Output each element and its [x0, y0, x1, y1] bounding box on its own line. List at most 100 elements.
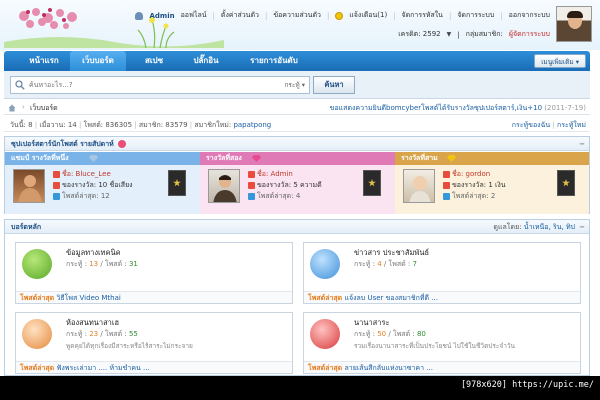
winner-name[interactable]: ชื่อ: Bluce_Lee	[62, 169, 111, 180]
main-boards: บอร์ดหลัก ดูแลโดย: น้ำเหนือ, ริน, ทิป − …	[4, 219, 590, 376]
more-menu-button[interactable]: เมนูเพิ่มเติม ▾	[534, 54, 586, 68]
new-posts-link[interactable]: กระทู้ใหม่	[557, 121, 586, 129]
last-post-link[interactable]: ลายเส้นสีกลับแห่งนาซาคา ...	[344, 364, 432, 372]
rank-second-place: รางวัลที่สอง ชื่อ: Admin ของรางวัล: 5 คว…	[200, 152, 395, 214]
rank-title-text: แชมป์ รางวัลที่หนึ่ง	[11, 154, 69, 162]
forum-stats: กระทู้ : 23 / โพสต์ : 55	[66, 330, 138, 338]
threads-count: 50	[377, 330, 387, 338]
forum-card-tech[interactable]: ข้อมูลทางเทคนิค กระทู้ : 13 / โพสต์ : 31…	[15, 242, 293, 304]
posts-label: โพสต์ :	[388, 260, 411, 268]
avatar-hair	[567, 11, 583, 18]
forum-card-knowledge[interactable]: นานาสาระ กระทู้ : 50 / โพสต์ : 80 รวมเรื…	[303, 312, 581, 374]
nav-home[interactable]: หน้าแรก	[18, 51, 70, 71]
divider: |	[264, 11, 268, 20]
credit-bar: เครดิต: 2592 ▼ | กลุ่มสมาชิก: ผู้จัดการร…	[398, 29, 550, 40]
forum-description: รวมเรื่องนานาสาระที่เป็นประโยชน์ ไปใช้ใน…	[354, 342, 515, 350]
chevron-down-icon[interactable]: ▼	[447, 31, 452, 38]
announcement[interactable]: ขอแสดงความยินดีbomcyberโพสต์ได้รับรางวัล…	[330, 103, 586, 114]
forum-card-chat[interactable]: ห้องสนทนาสาเฮ กระทู้ : 23 / โพสต์ : 55 พ…	[15, 312, 293, 374]
forum-title[interactable]: ข้อมูลทางเทคนิค	[66, 247, 121, 259]
stat-yesterday: เมื่อวาน: 14	[39, 121, 77, 129]
winner-avatar[interactable]	[13, 169, 45, 203]
forum-title[interactable]: ห้องสนทนาสาเฮ	[66, 317, 119, 329]
group-value: ผู้จัดการระบบ	[508, 30, 550, 38]
winner-avatar[interactable]	[403, 169, 435, 203]
divider: |	[78, 121, 82, 129]
forum-card-news[interactable]: ข่าวสาร ประชาสัมพันธ์ กระทู้ : 4 / โพสต์…	[303, 242, 581, 304]
online-status-link[interactable]: ออฟไลน์	[181, 10, 207, 21]
boards-title: บอร์ดหลัก	[11, 223, 42, 231]
stat-members: สมาชิก: 83579	[138, 121, 188, 129]
divider: |	[212, 11, 215, 20]
rank-info: ชื่อ: Bluce_Lee ของรางวัล: 10 ชื่อเสียง …	[53, 169, 133, 202]
threads-count: 4	[377, 260, 382, 268]
last-post-label: โพสต์ล่าสุด	[308, 294, 343, 302]
logout-link[interactable]: ออกจากระบบ	[509, 10, 550, 21]
site-logo[interactable]	[4, 2, 224, 48]
last-post-link[interactable]: วิธีโพส Video Mthai	[56, 294, 120, 302]
nav-plugins[interactable]: ปลั๊กอิน	[180, 51, 232, 71]
nav-rankings[interactable]: รายการอันดับ	[236, 51, 312, 71]
user-icon	[443, 171, 450, 178]
forum-stats: กระทู้ : 13 / โพสต์ : 31	[66, 260, 138, 268]
winner-name[interactable]: ชื่อ: gordon	[452, 169, 490, 180]
rank-first-place: แชมป์ รางวัลที่หนึ่ง ชื่อ: Bluce_Lee ของ…	[5, 152, 200, 214]
search-input[interactable]	[29, 79, 269, 91]
threads-label: กระทู้ :	[354, 330, 375, 338]
manage-topics-link[interactable]: จัดการรหัสใน	[402, 10, 443, 21]
last-post-label: โพสต์ล่าสุด	[308, 364, 343, 372]
last-post: โพสต์ล่าสุด ลายเส้นสีกลับแห่งนาซาคา ...	[304, 361, 580, 373]
private-messages-link[interactable]: ข้อความส่วนตัว	[273, 10, 321, 21]
moderators-list[interactable]: น้ำเหนือ, ริน, ทิป	[524, 223, 575, 231]
divider: |	[393, 11, 396, 20]
personal-settings-link[interactable]: ตั้งค่าส่วนตัว	[221, 10, 259, 21]
posts-count: 80	[416, 330, 426, 338]
rank-third-place: รางวัลที่สาม ชื่อ: gordon ของรางวัล: 1 เ…	[395, 152, 589, 214]
collapse-icon[interactable]: −	[579, 137, 585, 151]
search-button[interactable]: ค้นหา	[313, 76, 355, 94]
last-post-link[interactable]: ฟังพระเล่ามา .... ห้ามขำคน ...	[56, 364, 149, 372]
ranking-header: ซุปเปอร์สตาร์นักโพสต์ รายสัปดาห์ −	[5, 137, 589, 151]
main-nav: หน้าแรก เว็บบอร์ด สเปซ ปลั๊กอิน รายการอั…	[4, 51, 590, 71]
rank-title-text: รางวัลที่สาม	[401, 154, 438, 162]
divider: |	[189, 121, 193, 129]
site-header: Admin ออฟไลน์ | ตั้งค่าส่วนตัว | ข้อความ…	[0, 0, 600, 50]
rank-info: ชื่อ: gordon ของรางวัล: 1 เงิน โพสต์ล่าส…	[443, 169, 506, 202]
winner-name[interactable]: ชื่อ: Admin	[257, 169, 293, 180]
divider: |	[457, 30, 460, 39]
winner-reward: ของรางวัล: 1 เงิน	[452, 181, 506, 189]
winner-avatar[interactable]	[208, 169, 240, 203]
nav-space[interactable]: สเปซ	[132, 51, 176, 71]
forum-stats: กระทู้ : 50 / โพสต์ : 80	[354, 330, 426, 338]
collapse-icon[interactable]: −	[579, 220, 585, 234]
avatar[interactable]	[556, 6, 592, 42]
rank-title: รางวัลที่สาม	[395, 152, 589, 165]
moderators: ดูแลโดย: น้ำเหนือ, ริน, ทิป	[493, 220, 575, 234]
notifications-link[interactable]: แจ้งเตือน(1)	[349, 10, 387, 21]
nav-webboard[interactable]: เว็บบอร์ด	[70, 51, 126, 71]
search-type-select[interactable]: กระทู้ ▾	[284, 80, 305, 90]
trophy-badge	[363, 170, 381, 196]
newest-member-link[interactable]: papatpong	[233, 121, 271, 129]
forum-title[interactable]: ข่าวสาร ประชาสัมพันธ์	[354, 247, 429, 259]
winner-latest: โพสต์ล่าสุด: 4	[257, 192, 301, 200]
rank-title: แชมป์ รางวัลที่หนึ่ง	[5, 152, 200, 165]
gear-icon	[22, 249, 52, 279]
heart-icon	[310, 319, 340, 349]
person-photo	[213, 175, 237, 202]
last-post-link[interactable]: แจ้งลบ User ของสมาชิกที่ดี ...	[344, 294, 437, 302]
forum-title[interactable]: นานาสาระ	[354, 317, 390, 329]
breadcrumb-current[interactable]: เว็บบอร์ด	[30, 103, 58, 114]
user-name-link[interactable]: Admin	[149, 12, 174, 20]
manage-system-link[interactable]: จัดการระบบ	[457, 10, 494, 21]
medal-icon	[118, 140, 127, 148]
my-posts-link[interactable]: กระทู้ของฉัน	[512, 121, 550, 129]
home-icon[interactable]	[8, 104, 16, 112]
newest-member-label: สมาชิกใหม่:	[194, 121, 232, 129]
search-type-label: กระทู้	[284, 81, 300, 89]
posts-count: 55	[128, 330, 138, 338]
posts-label: โพสต์ :	[104, 260, 127, 268]
credit-label[interactable]: เครดิต: 2592	[398, 29, 440, 40]
rank-title-text: รางวัลที่สอง	[206, 154, 242, 162]
gift-icon	[248, 182, 255, 189]
